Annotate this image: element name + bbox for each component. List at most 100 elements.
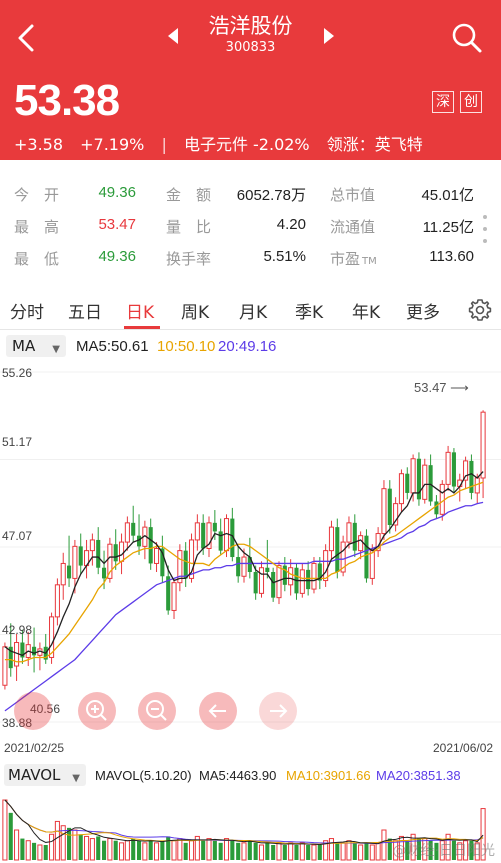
x-end-date: 2021/06/02	[433, 741, 494, 755]
candle-body	[102, 567, 107, 579]
price-change-pct: +7.19%	[80, 135, 145, 154]
volume-bar	[294, 845, 299, 860]
volume-bar	[328, 838, 335, 861]
pe-suffix: TM	[362, 256, 377, 267]
volume-bar	[206, 838, 212, 861]
y-tick-label: 55.26	[2, 366, 33, 380]
candle-body	[67, 565, 72, 579]
more-vertical-icon[interactable]	[482, 213, 488, 245]
zoom-in-button[interactable]	[78, 692, 116, 730]
tab-daily-k[interactable]: 日K	[126, 298, 154, 323]
candle-body	[323, 550, 329, 582]
volume-bar	[201, 840, 206, 860]
scroll-left-button[interactable]	[199, 692, 237, 730]
candle-body	[434, 501, 439, 515]
stock-code: 300833	[225, 40, 276, 55]
tab-weekly-k[interactable]: 周K	[181, 298, 209, 323]
mavol-ma5: MA5:4463.90	[199, 768, 277, 783]
low-value: 49.36	[98, 248, 136, 265]
volume-bar	[78, 834, 83, 860]
x-start-date: 2021/02/25	[4, 741, 65, 755]
volume-bar	[358, 844, 364, 861]
y-tick-label: 47.07	[2, 529, 33, 543]
sector-link[interactable]: 电子元件 -2.02%	[184, 135, 310, 154]
candle-body	[212, 522, 217, 532]
candle-body	[306, 569, 311, 590]
volume-bar	[346, 840, 352, 861]
active-tab-indicator	[124, 326, 160, 329]
sector-leader-link[interactable]: 领涨：英飞特	[327, 135, 423, 154]
stock-name: 浩洋股份	[208, 14, 293, 38]
volume-bar	[183, 842, 188, 860]
candle-body	[153, 547, 160, 564]
arrow-right-icon	[270, 704, 288, 718]
chinext-badge: 创	[460, 91, 482, 113]
tab-monthly-k[interactable]: 月K	[239, 298, 267, 323]
volume-bar	[381, 829, 387, 861]
watermark: @财经·日日阳光	[392, 843, 495, 859]
next-stock-icon[interactable]	[322, 26, 336, 46]
tab-more[interactable]: 更多	[406, 298, 440, 323]
volume-bar	[230, 840, 235, 860]
volume-indicator-select[interactable]: MAVOL ▼	[4, 764, 86, 786]
volume-bar	[288, 842, 294, 861]
turnover-value: 5.51%	[263, 248, 306, 265]
search-icon[interactable]	[451, 22, 483, 54]
pe-label: 市盈 TM	[330, 248, 377, 269]
candlestick-chart[interactable]	[0, 360, 501, 740]
max-price-label: 53.47	[414, 380, 447, 395]
volume-bar	[32, 842, 37, 860]
volume-bar	[218, 842, 223, 860]
candle-body	[218, 531, 223, 551]
candle-body	[253, 572, 258, 594]
tab-quarterly-k[interactable]: 季K	[295, 298, 323, 323]
chevron-down-icon: ▼	[52, 344, 60, 355]
volume-bar	[299, 842, 305, 861]
candle-body	[131, 522, 136, 536]
volume-bar	[102, 840, 107, 860]
candle-body	[422, 464, 428, 500]
candle-body	[311, 562, 317, 590]
indicator-select[interactable]: MA ▼	[6, 335, 66, 357]
candle-body	[451, 452, 456, 487]
crosshair-button[interactable]	[14, 692, 52, 730]
volume-bar	[160, 840, 165, 860]
volume-bar	[276, 842, 282, 861]
candle-body	[364, 535, 369, 579]
volume-bar	[317, 845, 322, 860]
market-cap-value: 45.01亿	[421, 187, 474, 204]
scroll-right-button[interactable]	[259, 692, 297, 730]
volume-bar	[67, 827, 72, 860]
candle-body	[387, 488, 392, 525]
candle-body	[96, 539, 101, 568]
volume-bar	[142, 842, 148, 861]
candle-body	[265, 567, 270, 572]
volume-bar	[124, 840, 130, 861]
volume-bar	[247, 840, 252, 860]
candle-body	[328, 526, 335, 552]
turnover-label: 换手率	[166, 250, 212, 268]
volume-bar	[258, 844, 265, 861]
settings-gear-icon[interactable]	[468, 298, 492, 322]
low-label: 最 低	[14, 250, 60, 268]
ma10-legend: 10:50.10	[157, 338, 216, 355]
candle-body	[60, 562, 66, 586]
volume-bar	[177, 838, 183, 861]
volume-bar	[49, 833, 55, 861]
high-value: 53.47	[98, 216, 136, 233]
divider: |	[161, 135, 167, 154]
candle-body	[469, 460, 474, 493]
volume-bar	[166, 836, 171, 860]
volume-bar	[84, 835, 90, 861]
tab-five-day[interactable]: 五日	[68, 298, 102, 323]
candle-body	[148, 527, 153, 564]
tab-intraday[interactable]: 分时	[10, 298, 44, 323]
period-tabs: 分时 五日 日K 周K 月K 季K 年K 更多	[0, 292, 501, 330]
market-cap-label: 总市值	[330, 186, 376, 204]
candle-body	[78, 546, 83, 566]
mavol-ma10: MA10:3901.66	[286, 768, 371, 783]
candle-body	[119, 541, 125, 562]
tab-yearly-k[interactable]: 年K	[352, 298, 380, 323]
volume-bar	[306, 845, 311, 860]
zoom-out-button[interactable]	[138, 692, 176, 730]
